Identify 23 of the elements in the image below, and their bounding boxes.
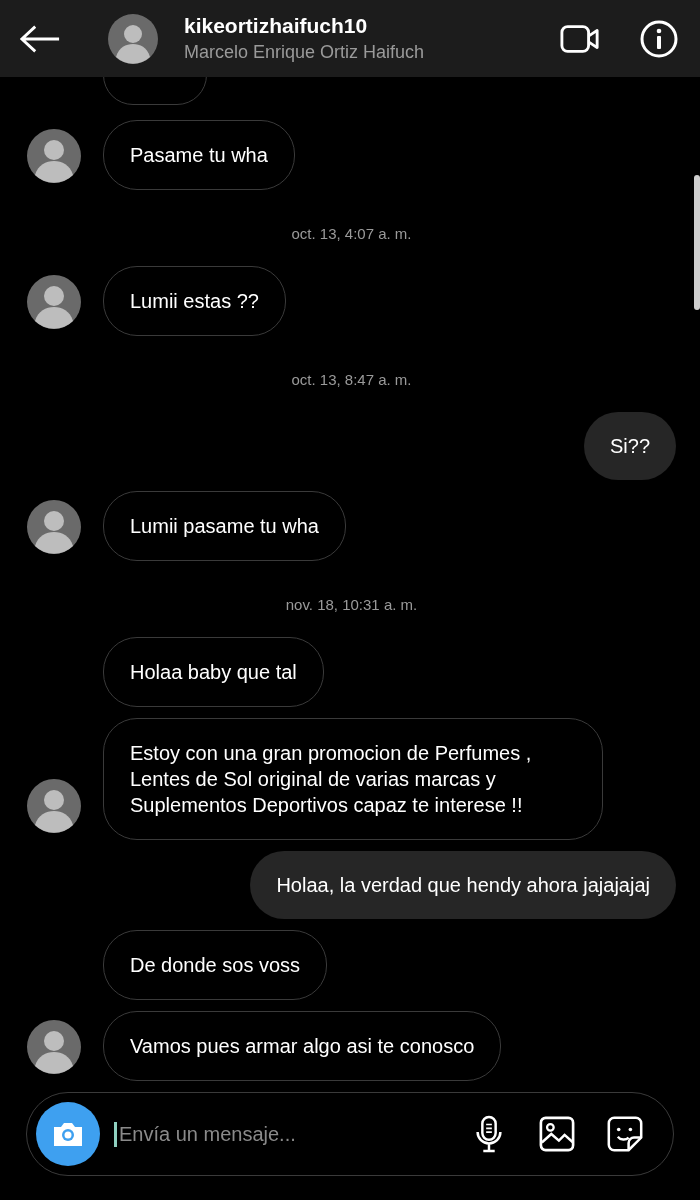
- message-bubble: Vamos pues armar algo asi te conosco: [103, 1011, 502, 1081]
- message-bubble: Si??: [583, 412, 676, 480]
- back-arrow-icon[interactable]: [19, 23, 61, 54]
- message-bubble: Holaa, la verdad que hendy ahora jajajajaj: [250, 851, 676, 919]
- sticker-icon[interactable]: [607, 1115, 643, 1153]
- message-bubble: De donde sos voss: [103, 930, 328, 1000]
- scrollbar[interactable]: [694, 175, 700, 310]
- message-bubble: Holaa baby que tal: [103, 637, 324, 707]
- message-bubble: Pasame tu wha: [103, 120, 295, 190]
- timestamp: oct. 13, 8:47 a. m.: [291, 371, 412, 388]
- full-name: Marcelo Enrique Ortiz Haifuch: [184, 40, 426, 64]
- message-bubble: Estoy con una gran promocion de Perfumes , Lentes de Sol original de varias marcas y Suplementos Deportivos capaz te interese !!: [103, 718, 603, 840]
- message-bubble: Lumii estas ??: [103, 266, 286, 336]
- message-bubble: Lumii pasame tu wha: [103, 491, 346, 561]
- camera-button[interactable]: [36, 1102, 100, 1166]
- info-icon[interactable]: [640, 19, 678, 58]
- timestamp: oct. 13, 4:07 a. m.: [291, 225, 412, 242]
- username: kikeortizhaifuch10: [184, 12, 369, 39]
- timestamp: nov. 18, 10:31 a. m.: [285, 596, 418, 613]
- avatar[interactable]: [108, 13, 158, 64]
- camera-icon: [51, 1120, 85, 1148]
- message-input[interactable]: Envía un mensaje...: [114, 1121, 439, 1147]
- image-icon[interactable]: [539, 1115, 575, 1153]
